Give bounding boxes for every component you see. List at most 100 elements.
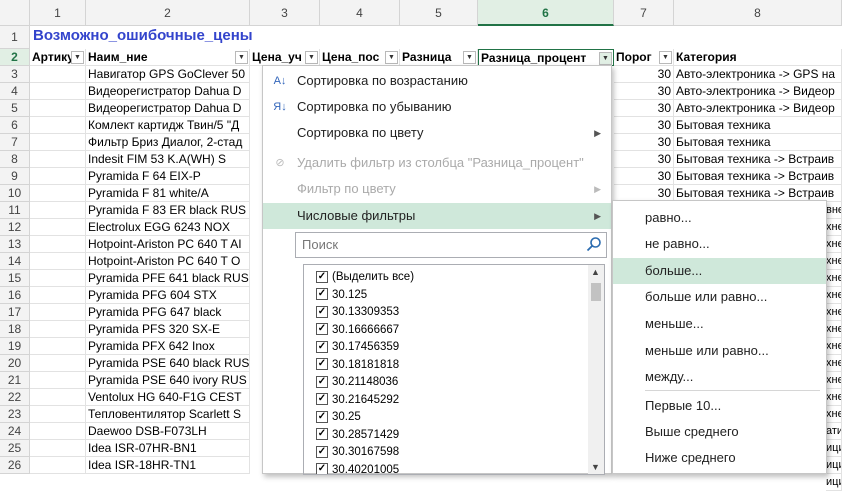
cell-category[interactable]: Бытовая техника -> Встраив (674, 151, 842, 168)
filter-dropdown-icon[interactable]: ▼ (305, 51, 318, 64)
cell-category[interactable]: ици (826, 474, 842, 491)
cell-category[interactable]: Авто-электроника -> Видеор (674, 100, 842, 117)
menu-number-filters[interactable]: Числовые фильтры ▶ (263, 203, 611, 229)
row-header[interactable]: 7 (0, 134, 30, 151)
row-header[interactable]: 14 (0, 253, 30, 270)
row-header[interactable]: 21 (0, 372, 30, 389)
cell-threshold[interactable]: 30 (614, 83, 674, 100)
checkbox-value-item[interactable]: ✓ 30.125 (316, 286, 367, 304)
cell-category[interactable]: вне (826, 202, 842, 219)
cell-article[interactable] (30, 83, 86, 100)
filter-dropdown-icon[interactable]: ▼ (235, 51, 248, 64)
cell-category[interactable]: хне (826, 219, 842, 236)
sheet-title[interactable]: Возможно_ошибочные_цены (33, 27, 253, 44)
cell-name[interactable]: Ventolux HG 640-F1G CEST (86, 389, 250, 406)
cell-threshold[interactable]: 30 (614, 66, 674, 83)
cell-category[interactable]: хне (826, 389, 842, 406)
header-category[interactable]: Категория (674, 49, 842, 66)
row-header[interactable]: 16 (0, 287, 30, 304)
row-header[interactable]: 10 (0, 185, 30, 202)
row-header[interactable]: 26 (0, 457, 30, 474)
cell-category[interactable]: хне (826, 406, 842, 423)
cell-article[interactable] (30, 338, 86, 355)
cell-article[interactable] (30, 66, 86, 83)
cell-category[interactable]: хне (826, 270, 842, 287)
cell-category[interactable]: ати (826, 423, 842, 440)
cell-article[interactable] (30, 457, 86, 474)
row-header[interactable]: 8 (0, 151, 30, 168)
submenu-item[interactable]: больше или равно... (613, 284, 826, 310)
scrollbar[interactable]: ▲ ▼ (588, 265, 604, 474)
row-header[interactable]: 15 (0, 270, 30, 287)
checkbox-select-all[interactable]: ✓ (Выделить все) (316, 268, 414, 286)
menu-sort-by-color[interactable]: Сортировка по цвету ▶ (263, 120, 611, 146)
checkbox-value-item[interactable]: ✓ 30.18181818 (316, 356, 399, 374)
col-header-4[interactable]: 4 (320, 0, 400, 26)
row-header[interactable]: 5 (0, 100, 30, 117)
cell-name[interactable]: Idea ISR-18HR-TN1 (86, 457, 250, 474)
cell-name[interactable]: Hotpoint-Ariston PC 640 T O (86, 253, 250, 270)
cell-name[interactable]: Pyramida F 83 ER black RUS (86, 202, 250, 219)
cell-category[interactable]: хне (826, 372, 842, 389)
cell-article[interactable] (30, 389, 86, 406)
cell-category[interactable]: хне (826, 253, 842, 270)
cell-name[interactable]: Видеорегистратор Dahua D (86, 83, 250, 100)
col-header-1[interactable]: 1 (30, 0, 86, 26)
cell-name[interactable]: Pyramida PSE 640 black RUS (86, 355, 250, 372)
row-header[interactable]: 17 (0, 304, 30, 321)
cell-article[interactable] (30, 185, 86, 202)
submenu-item[interactable]: между... (613, 364, 826, 390)
cell-category[interactable]: хне (826, 236, 842, 253)
cell-name[interactable]: Daewoo DSB-F073LH (86, 423, 250, 440)
cell-article[interactable] (30, 202, 86, 219)
row-header[interactable]: 9 (0, 168, 30, 185)
header-threshold[interactable]: Порог ▼ (614, 49, 674, 66)
checkbox-value-item[interactable]: ✓ 30.40201005 (316, 461, 399, 474)
checkbox-value-item[interactable]: ✓ 30.25 (316, 408, 361, 426)
cell-name[interactable]: Hotpoint-Ariston PC 640 T AI (86, 236, 250, 253)
row-header[interactable]: 11 (0, 202, 30, 219)
row-header[interactable]: 2 (0, 49, 30, 66)
cell-name[interactable]: Pyramida PFX 642 Inox (86, 338, 250, 355)
cell-threshold[interactable]: 30 (614, 100, 674, 117)
submenu-item[interactable]: не равно... (613, 231, 826, 257)
row-header[interactable]: 13 (0, 236, 30, 253)
cell-article[interactable] (30, 151, 86, 168)
menu-clear-filter[interactable]: ⊘ Удалить фильтр из столбца "Разница_про… (263, 150, 611, 176)
cell-name[interactable]: Pyramida PSE 640 ivory RUS (86, 372, 250, 389)
cell-threshold[interactable]: 30 (614, 151, 674, 168)
filter-dropdown-icon[interactable]: ▼ (385, 51, 398, 64)
cell-name[interactable]: Pyramida PFE 641 black RUS (86, 270, 250, 287)
header-article[interactable]: Артику ▼ (30, 49, 86, 66)
cell-category[interactable]: Бытовая техника (674, 134, 842, 151)
checkbox-value-item[interactable]: ✓ 30.17456359 (316, 338, 399, 356)
submenu-item[interactable]: Первые 10... (613, 393, 826, 419)
cell-name[interactable]: Pyramida F 64 EIX-P (86, 168, 250, 185)
row-header[interactable]: 25 (0, 440, 30, 457)
checkbox-value-item[interactable]: ✓ 30.30167598 (316, 443, 399, 461)
submenu-item[interactable]: меньше или равно... (613, 338, 826, 364)
cell-article[interactable] (30, 236, 86, 253)
col-header-5[interactable]: 5 (400, 0, 478, 26)
row-header[interactable]: 12 (0, 219, 30, 236)
row-header[interactable]: 20 (0, 355, 30, 372)
header-price-old[interactable]: Цена_уч ▼ (250, 49, 320, 66)
submenu-item[interactable]: больше... (613, 258, 826, 284)
cell-name[interactable]: Тепловентилятор Scarlett S (86, 406, 250, 423)
row-header[interactable]: 18 (0, 321, 30, 338)
menu-sort-ascending[interactable]: A↓ Сортировка по возрастанию (263, 68, 611, 94)
header-diff-percent[interactable]: Разница_процент ▼ (478, 49, 614, 66)
row-header[interactable]: 19 (0, 338, 30, 355)
cell-article[interactable] (30, 219, 86, 236)
cell-category[interactable]: Авто-электроника -> Видеор (674, 83, 842, 100)
checkbox-value-item[interactable]: ✓ 30.13309353 (316, 303, 399, 321)
submenu-item[interactable]: Ниже среднего (613, 445, 826, 471)
cell-name[interactable]: Pyramida PFS 320 SX-E (86, 321, 250, 338)
row-header[interactable]: 1 (0, 26, 30, 49)
cell-category[interactable]: хне (826, 321, 842, 338)
cell-name[interactable]: Pyramida PFG 604 STX (86, 287, 250, 304)
submenu-item[interactable]: равно... (613, 205, 826, 231)
filter-dropdown-icon[interactable]: ▼ (659, 51, 672, 64)
row-header[interactable]: 23 (0, 406, 30, 423)
cell-name[interactable]: Комлект картидж Твин/5 "Д (86, 117, 250, 134)
